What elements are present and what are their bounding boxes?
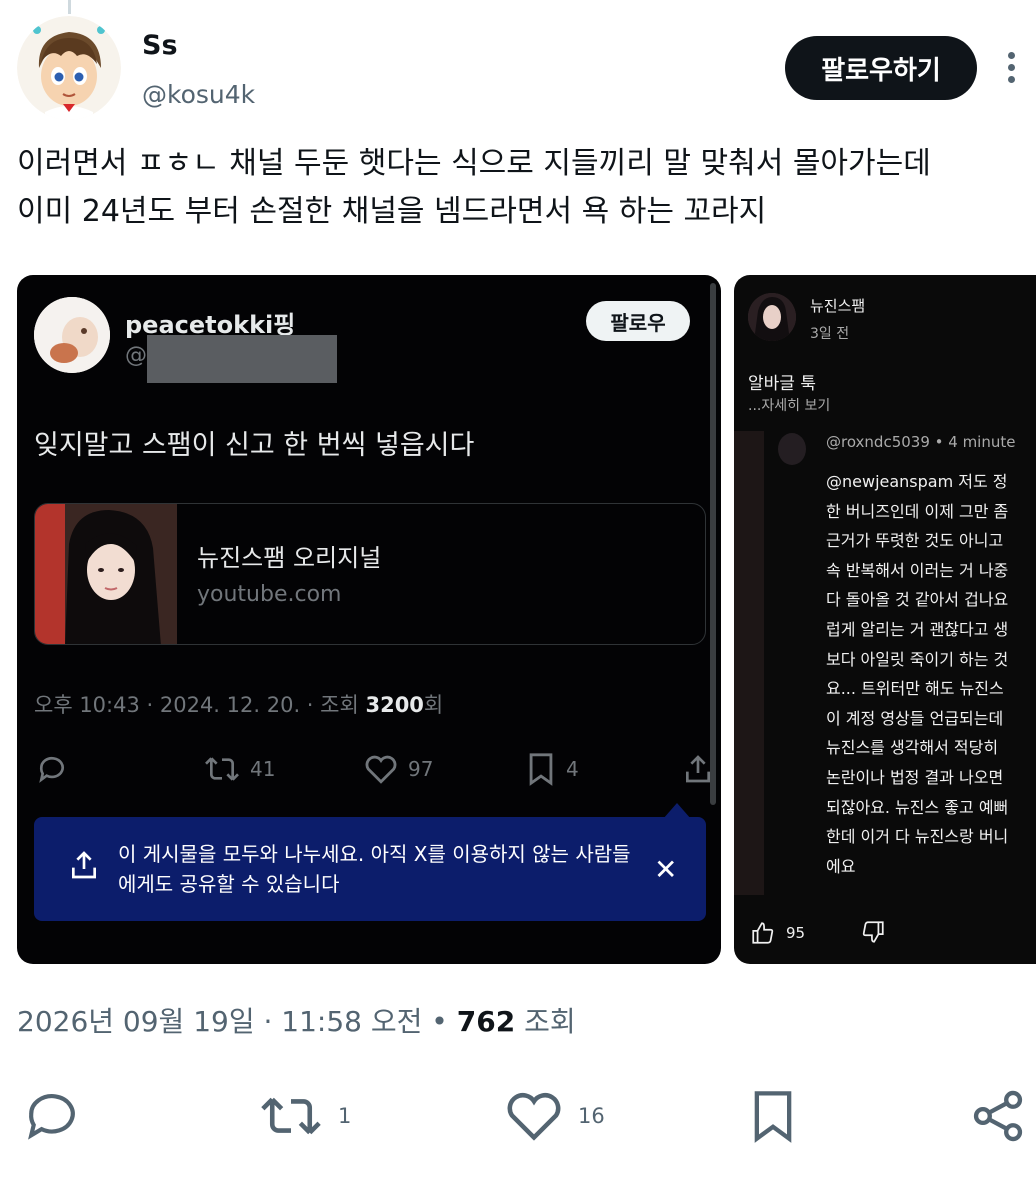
toast-share-icon <box>72 851 96 879</box>
author-avatar[interactable] <box>17 16 121 120</box>
youtube-like-count: 95 <box>786 924 806 942</box>
post-view-count: 762 <box>456 1005 516 1038</box>
embedded-follow-button: 팔로우 <box>586 301 690 341</box>
share-toast: 이 게시물을 모두와 나누세요. 아직 X를 이용하지 않는 사람들에게도 공유… <box>34 817 706 921</box>
retweet-icon <box>261 1097 321 1135</box>
comment-line: 다 돌아올 것 같아서 겁나요 <box>826 590 1009 610</box>
reply-button[interactable] <box>22 1084 82 1148</box>
post-time: 3일 전 <box>810 326 850 342</box>
bookmark-icon <box>754 1091 792 1143</box>
link-card-thumbnail <box>35 504 177 644</box>
embedded-like: 97 <box>364 749 433 789</box>
share-icon <box>973 1090 1023 1142</box>
thumbs-up-icon <box>752 922 774 944</box>
comment-line: 요... 트위터만 해도 뉴진스 <box>826 679 1004 699</box>
embedded-reply-icon <box>36 749 68 789</box>
share-button[interactable] <box>970 1084 1026 1148</box>
embedded-bookmark: 4 <box>526 749 579 789</box>
embedded-post-meta: 오후 10:43 · 2024. 12. 20. · 조회 3200회 <box>34 689 443 719</box>
embedded-like-count: 97 <box>408 757 434 781</box>
post-timestamp: 2026년 09월 19일 · 11:58 오전 • <box>17 1005 457 1038</box>
embedded-avatar <box>34 297 110 373</box>
action-bar: 1 16 <box>0 1084 1036 1148</box>
comment-line: 근거가 뚜렷한 것도 아니고 <box>826 531 1004 551</box>
tweet-text-line: 이러면서 ㅍㅎㄴ 채널 두둔 햇다는 식으로 지들끼리 말 맞춰서 몰아가는데 <box>17 146 931 181</box>
comment-line: @newjeanspam 저도 정 <box>826 472 1008 491</box>
share-toast-text: 이 게시물을 모두와 나누세요. 아직 X를 이용하지 않는 사람들에게도 공유… <box>118 842 631 896</box>
youtube-like: 95 <box>750 919 805 947</box>
channel-name: 뉴진스팸 <box>810 297 866 315</box>
comment-line: 에요 <box>826 856 856 876</box>
embedded-action-bar: 41 97 4 <box>34 749 710 789</box>
post-photo-edge <box>734 431 764 895</box>
comment-user: @roxndc5039 • 4 minute <box>826 433 1016 451</box>
like-button[interactable]: 16 <box>504 1084 605 1148</box>
embedded-bookmark-count: 4 <box>566 757 579 781</box>
more-options-icon[interactable] <box>1000 44 1024 92</box>
post-view-suffix: 조회 <box>515 1005 576 1038</box>
channel-avatar <box>748 293 796 341</box>
post-title: 알바글 툭 <box>748 374 816 394</box>
embedded-meta-suffix: 회 <box>423 693 444 717</box>
comment-line: 되잖아요. 뉴진스 좋고 예뻐 <box>826 797 1009 817</box>
author-handle[interactable]: @kosu4k <box>142 80 255 109</box>
embedded-author-handle: @ <box>125 343 147 368</box>
media-image-youtube-post[interactable]: 뉴진스팸 3일 전 알바글 툭 ...자세히 보기 @roxndc5039 • … <box>734 275 1036 964</box>
retweet-button[interactable]: 1 <box>258 1084 351 1148</box>
embedded-link-card: 뉴진스팸 오리지널 youtube.com <box>34 503 706 645</box>
heart-icon <box>507 1093 561 1141</box>
comment-line: 한데 이거 다 뉴진스랑 버니 <box>826 827 1009 847</box>
tweet-text-line: 이미 24년도 부터 손절한 채널을 넴드라면서 욕 하는 꼬라지 <box>17 194 767 229</box>
comment-line: 뉴진스를 생각해서 적당히 <box>826 738 999 758</box>
retweet-count: 1 <box>338 1104 352 1128</box>
commenter-avatar <box>778 433 806 465</box>
embedded-meta-views: 3200 <box>365 693 424 717</box>
embedded-scrollbar <box>710 283 716 805</box>
comment-body: @newjeanspam 저도 정 한 버니즈인데 이제 그만 좀 근거가 뚜렷… <box>826 467 1036 881</box>
comment-line: 논란이나 법정 결과 나오면 <box>826 767 1004 787</box>
redaction-block <box>147 335 337 383</box>
like-count: 16 <box>578 1104 605 1128</box>
tweet-text: 이러면서 ㅍㅎㄴ 채널 두둔 햇다는 식으로 지들끼리 말 맞춰서 몰아가는데 … <box>17 140 1027 236</box>
thumbs-down-icon <box>860 919 886 949</box>
comment-line: 한 버니즈인데 이제 그만 좀 <box>826 501 1009 521</box>
comment-line: 속 반복해서 이러는 거 나중 <box>826 560 1009 580</box>
comment-line: 럽게 알리는 거 괜찮다고 생 <box>826 619 1009 639</box>
thread-connector-line <box>68 0 71 14</box>
embedded-post-text: 잊지말고 스팸이 신고 한 번씩 넣읍시다 <box>34 430 475 461</box>
embedded-meta-date: 오후 10:43 · 2024. 12. 20. · 조회 <box>34 693 366 717</box>
read-more-link: ...자세히 보기 <box>748 398 831 414</box>
reply-icon <box>28 1094 75 1140</box>
author-name[interactable]: Ss <box>142 30 178 61</box>
toast-close-icon: ✕ <box>654 853 678 886</box>
comment-line: 이 계정 영상들 언급되는데 <box>826 708 1004 728</box>
link-card-title: 뉴진스팸 오리지널 <box>197 544 382 572</box>
embedded-retweet: 41 <box>204 749 275 789</box>
comment-line: 보다 아일릿 죽이기 하는 것 <box>826 649 1009 669</box>
follow-button[interactable]: 팔로우하기 <box>785 36 977 100</box>
embedded-retweet-count: 41 <box>250 757 276 781</box>
link-card-domain: youtube.com <box>197 582 342 607</box>
bookmark-button[interactable] <box>748 1084 798 1148</box>
media-image-embedded-post[interactable]: peacetokki핑 @ 팔로우 잊지말고 스팸이 신고 한 번씩 넣읍시다 … <box>17 275 721 964</box>
post-meta: 2026년 09월 19일 · 11:58 오전 • 762 조회 <box>17 1000 576 1040</box>
